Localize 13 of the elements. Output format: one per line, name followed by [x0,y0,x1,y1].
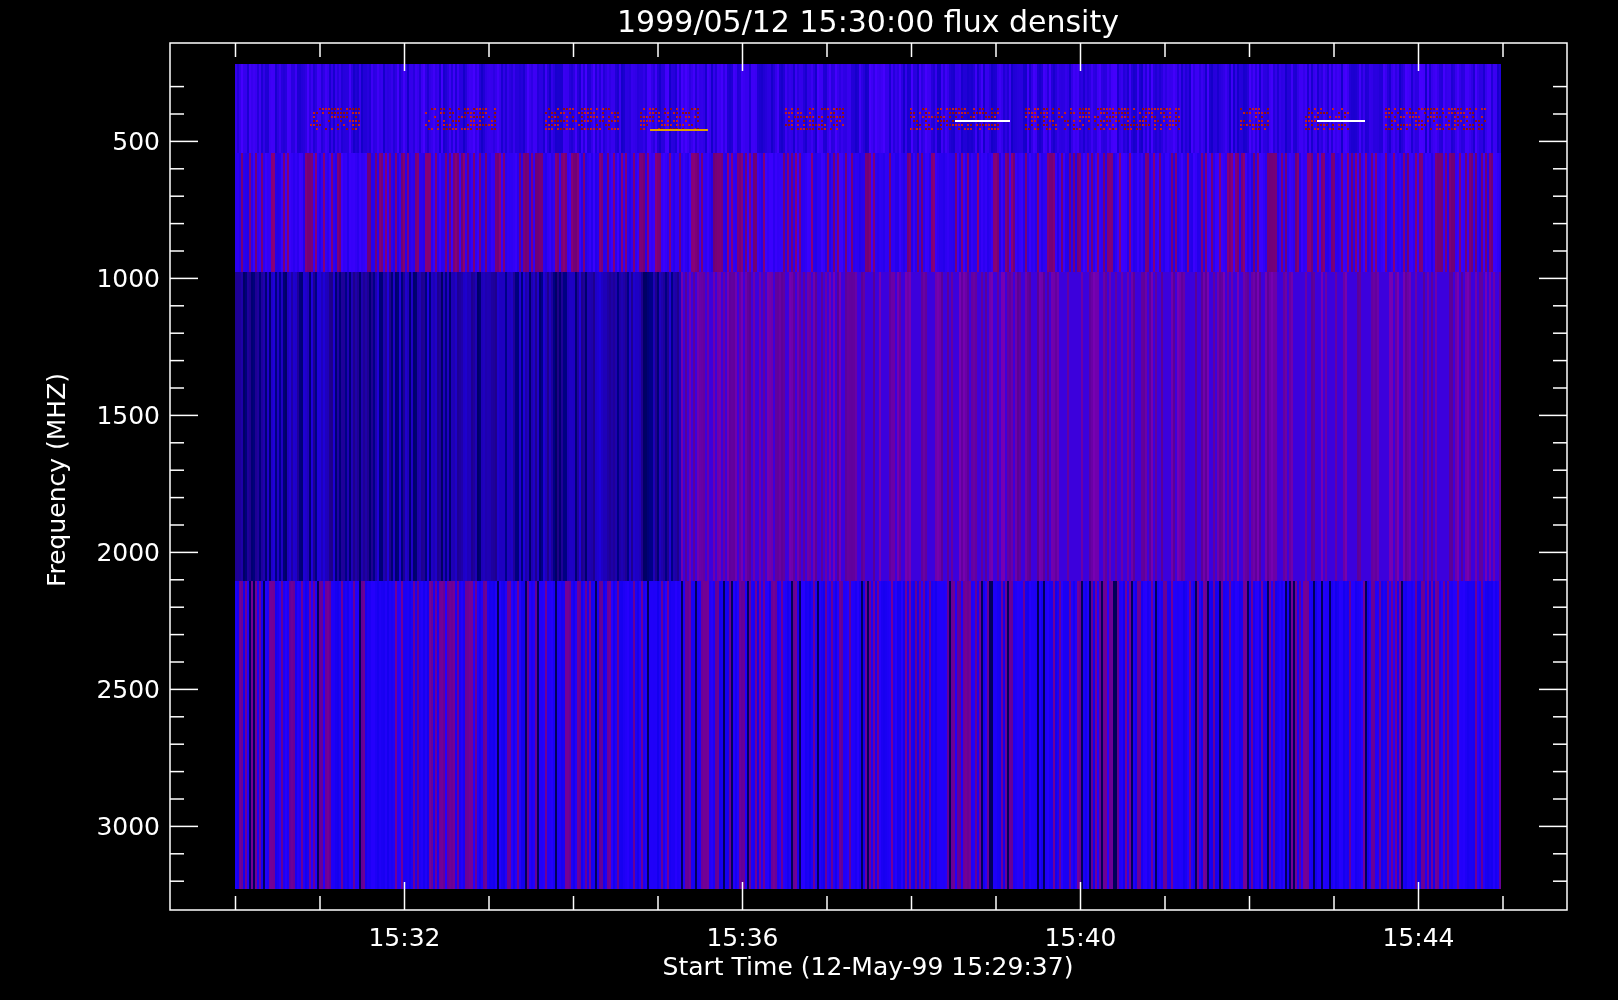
y-tick-label: 2500 [96,675,160,705]
x-tick-label: 15:32 [368,923,441,952]
y-axis-title: Frequency (MHZ) [42,372,71,588]
x-tick-label: 15:36 [706,923,779,952]
y-tick-label: 500 [112,127,160,157]
y-tick-label: 1500 [96,401,160,431]
y-tick-label: 2000 [96,538,160,568]
x-tick-label: 15:40 [1044,923,1117,952]
x-axis-title: Start Time (12-May-99 15:29:37) [662,952,1074,981]
y-tick-label: 1000 [96,264,160,294]
chart-title: 1999/05/12 15:30:00 flux density [617,4,1119,39]
y-tick-label: 3000 [96,812,160,842]
x-tick-label: 15:44 [1382,923,1455,952]
